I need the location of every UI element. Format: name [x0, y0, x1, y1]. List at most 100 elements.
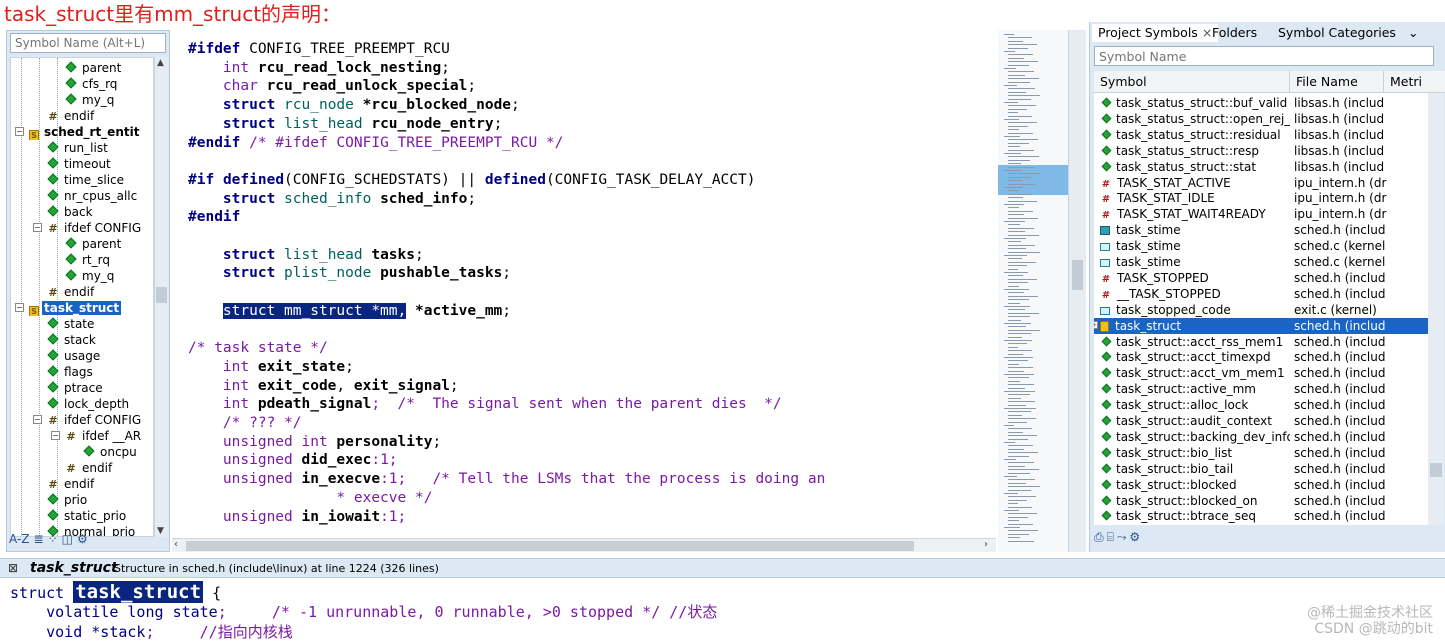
- tree-item[interactable]: my_q: [11, 268, 153, 284]
- symbol-row[interactable]: task_struct::backing_dev_info sched.h (in…: [1094, 429, 1428, 445]
- tree-item[interactable]: state: [11, 316, 153, 332]
- editor-scroll-thumb[interactable]: [186, 541, 914, 551]
- symbol-row[interactable]: # TASK_STAT_IDLE ipu_intern.h (dr: [1094, 190, 1428, 206]
- tree-item[interactable]: # endif: [11, 460, 153, 476]
- tree-item[interactable]: − # ifdef CONFIG: [11, 412, 153, 428]
- tree-item[interactable]: # endif: [11, 476, 153, 492]
- code-minimap[interactable]: [998, 30, 1068, 552]
- symbol-row[interactable]: # TASK_STAT_ACTIVE ipu_intern.h (dr: [1094, 175, 1428, 191]
- collapse-icon[interactable]: −: [15, 303, 24, 312]
- project-symbol-search-input[interactable]: [1094, 46, 1434, 66]
- tree-item[interactable]: timeout: [11, 156, 153, 172]
- collapse-icon[interactable]: −: [51, 431, 60, 440]
- source-editor[interactable]: #ifdef CONFIG_TREE_PREEMPT_RCU int rcu_r…: [172, 30, 996, 552]
- symbol-row[interactable]: task_struct::acct_rss_mem1 sched.h (inclu…: [1094, 334, 1428, 350]
- tree-item[interactable]: # endif: [11, 108, 153, 124]
- tab-folders[interactable]: Folders: [1206, 24, 1263, 42]
- symbol-row[interactable]: task_status_struct::resp libsas.h (includ: [1094, 143, 1428, 159]
- scroll-thumb[interactable]: [156, 287, 167, 303]
- tree-item[interactable]: parent: [11, 236, 153, 252]
- expand-icon[interactable]: +: [1094, 320, 1098, 329]
- tree-item[interactable]: parent: [11, 60, 153, 76]
- symbol-row[interactable]: task_struct::active_mm sched.h (includ: [1094, 381, 1428, 397]
- tree-item[interactable]: back: [11, 204, 153, 220]
- toolbar-button[interactable]: ◫: [62, 532, 73, 546]
- symbol-row[interactable]: task_status_struct::residual libsas.h (in…: [1094, 127, 1428, 143]
- scroll-down-icon[interactable]: ▼: [157, 526, 164, 536]
- tree-item[interactable]: flags: [11, 364, 153, 380]
- symbol-row[interactable]: task_stime sched.c (kernel: [1094, 254, 1428, 270]
- column-metrics[interactable]: Metri: [1384, 71, 1445, 93]
- scroll-up-icon[interactable]: ▲: [157, 58, 164, 68]
- symbol-row[interactable]: # __TASK_STOPPED sched.h (includ: [1094, 286, 1428, 302]
- collapse-icon[interactable]: −: [15, 127, 24, 136]
- symbol-grid[interactable]: task_status_struct::buf_valid libsas.h (i…: [1094, 93, 1428, 525]
- tree-item[interactable]: stack: [11, 332, 153, 348]
- tree-item[interactable]: static_prio: [11, 508, 153, 524]
- tree-item[interactable]: − # ifdef CONFIG: [11, 220, 153, 236]
- symbol-row[interactable]: task_status_struct::buf_valid libsas.h (i…: [1094, 95, 1428, 111]
- toolbar-button[interactable]: A-Z: [9, 532, 30, 546]
- collapse-icon[interactable]: −: [33, 223, 42, 232]
- toolbar-button[interactable]: ⁘: [48, 532, 58, 546]
- tree-item[interactable]: lock_depth: [11, 396, 153, 412]
- scroll-left-icon[interactable]: ‹: [174, 539, 178, 550]
- symbol-row[interactable]: # TASK_STOPPED sched.h (includ: [1094, 270, 1428, 286]
- symbol-row[interactable]: task_struct::acct_timexpd sched.h (includ: [1094, 349, 1428, 365]
- context-code-view[interactable]: @稀土掘金技术社区 CSDN @跳动的bit struct task_struc…: [0, 580, 1445, 643]
- toolbar-button[interactable]: ≣: [34, 532, 44, 546]
- panel-toolbar-button[interactable]: ⚙: [1129, 530, 1140, 544]
- panel-toolbar-button[interactable]: ⤳: [1117, 530, 1127, 545]
- tree-item[interactable]: time_slice: [11, 172, 153, 188]
- tree-item[interactable]: nr_cpus_allc: [11, 188, 153, 204]
- tree-item[interactable]: my_q: [11, 92, 153, 108]
- tab-symbol-categories[interactable]: Symbol Categories: [1272, 24, 1402, 42]
- tree-item[interactable]: − # ifdef __AR: [11, 428, 153, 444]
- toolbar-button[interactable]: ⚙: [77, 532, 88, 546]
- symbol-row[interactable]: task_struct::blocked_on sched.h (includ: [1094, 493, 1428, 509]
- chevron-down-icon[interactable]: ⌄: [1402, 24, 1424, 42]
- tree-item[interactable]: ptrace: [11, 380, 153, 396]
- symbol-row[interactable]: task_status_struct::open_rej_ libsas.h (i…: [1094, 111, 1428, 127]
- minimap-line: [1008, 125, 1028, 127]
- symbol-row[interactable]: # TASK_STAT_WAIT4READY ipu_intern.h (dr: [1094, 206, 1428, 222]
- panel-toolbar-button[interactable]: ⌸: [1107, 530, 1114, 545]
- symbol-tree-scrollbar[interactable]: ▲ ▼: [154, 57, 168, 537]
- tree-item[interactable]: rt_rq: [11, 252, 153, 268]
- symbol-row[interactable]: task_struct::alloc_lock sched.h (includ: [1094, 397, 1428, 413]
- tree-item[interactable]: oncpu: [11, 444, 153, 460]
- tree-item[interactable]: run_list: [11, 140, 153, 156]
- symbol-row[interactable]: task_status_struct::stat libsas.h (includ: [1094, 159, 1428, 175]
- symbol-row[interactable]: task_struct sched.h (includ +: [1094, 317, 1428, 334]
- panel-toolbar-button[interactable]: ⎙: [1094, 530, 1104, 545]
- symbol-row[interactable]: task_stime sched.h (includ: [1094, 222, 1428, 238]
- collapse-icon[interactable]: −: [33, 415, 42, 424]
- tree-item[interactable]: # endif: [11, 284, 153, 300]
- symbol-row[interactable]: task_struct::bio_tail sched.h (includ: [1094, 461, 1428, 477]
- symbol-row[interactable]: task_struct::btrace_seq sched.h (includ: [1094, 508, 1428, 524]
- symbol-row[interactable]: task_struct::acct_vm_mem1 sched.h (includ: [1094, 365, 1428, 381]
- symbol-row[interactable]: task_struct::bio_list sched.h (includ: [1094, 445, 1428, 461]
- symbol-row[interactable]: task_struct::audit_context sched.h (inclu…: [1094, 413, 1428, 429]
- symbol-grid-scroll-thumb[interactable]: [1430, 463, 1442, 477]
- symbol-row[interactable]: task_struct::blocked sched.h (includ: [1094, 477, 1428, 493]
- symbol-grid-scrollbar[interactable]: [1428, 93, 1444, 525]
- symbol-name-search-input[interactable]: [10, 33, 166, 53]
- tree-item[interactable]: − Ssched_rt_entit: [11, 124, 153, 140]
- symbol-row[interactable]: task_stime sched.c (kernel: [1094, 238, 1428, 254]
- scroll-right-icon[interactable]: ›: [984, 539, 988, 550]
- tree-item[interactable]: prio: [11, 492, 153, 508]
- editor-vertical-scrollbar[interactable]: [1068, 30, 1086, 552]
- editor-horizontal-scrollbar[interactable]: ‹ ›: [172, 538, 996, 552]
- tree-item[interactable]: − Stask_struct: [11, 300, 153, 316]
- tab-project-symbols[interactable]: Project Symbols ×: [1092, 24, 1219, 42]
- editor-vscroll-thumb[interactable]: [1072, 260, 1083, 290]
- minimap-line: [1008, 95, 1040, 97]
- tree-item[interactable]: cfs_rq: [11, 76, 153, 92]
- column-file-name[interactable]: File Name: [1290, 71, 1384, 93]
- column-symbol[interactable]: Symbol: [1094, 71, 1290, 93]
- symbol-row[interactable]: task_stopped_code exit.c (kernel): [1094, 302, 1428, 318]
- tree-item[interactable]: usage: [11, 348, 153, 364]
- symbol-tree[interactable]: parent cfs_rq my_q # endif − Ssched_rt_entit ru…: [10, 57, 154, 537]
